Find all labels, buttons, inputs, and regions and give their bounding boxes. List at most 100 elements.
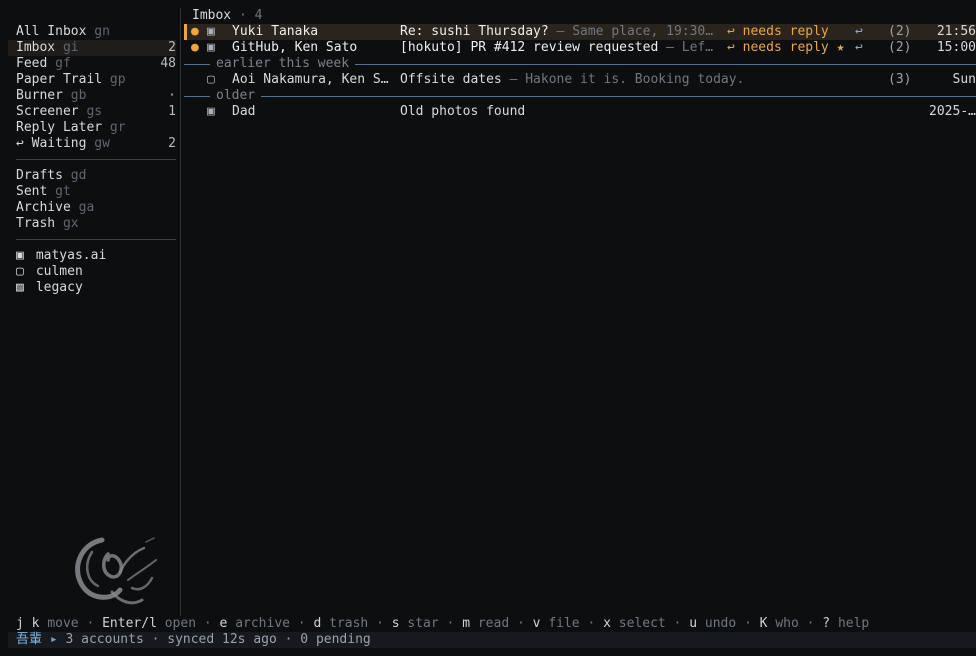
hint-key: ? bbox=[822, 616, 831, 631]
message-row[interactable]: ● ▣ Yuki Tanaka Re: sushi Thursday? — Sa… bbox=[184, 24, 976, 40]
account-filled-icon: ▣ bbox=[207, 40, 215, 55]
sidebar-item-count: · bbox=[168, 88, 176, 103]
hint-separator: · bbox=[665, 616, 690, 631]
sidebar-account-culmen[interactable]: ▢ culmen bbox=[8, 264, 176, 280]
sidebar-item-shortcut: gb bbox=[70, 88, 87, 103]
message-subject: Offsite dates bbox=[400, 72, 502, 87]
hint-key: Enter/l bbox=[102, 616, 157, 631]
hint-label: open bbox=[164, 616, 197, 631]
hint-separator: · bbox=[736, 616, 760, 631]
list-title: Imbox bbox=[192, 8, 232, 23]
sidebar-item-waiting[interactable]: ↩ Waiting gw 2 bbox=[8, 136, 176, 152]
unread-dot-icon: ● bbox=[191, 24, 199, 39]
sidebar-item-all-inbox[interactable]: All Inbox gn bbox=[8, 24, 176, 40]
message-row[interactable]: ▢ Aoi Nakamura, Ken S… Offsite dates — H… bbox=[184, 72, 976, 88]
account-outline-icon: ▢ bbox=[16, 264, 24, 279]
unread-dot-icon: ● bbox=[191, 40, 199, 55]
account-hatched-icon: ▨ bbox=[16, 280, 24, 295]
sidebar-item-label: Feed bbox=[16, 56, 48, 71]
sidebar-item-label: Reply Later bbox=[16, 120, 103, 135]
group-label: earlier this week bbox=[216, 56, 350, 71]
sidebar-account-legacy[interactable]: ▨ legacy bbox=[8, 280, 176, 296]
sidebar-item-count: 48 bbox=[160, 56, 176, 71]
list-header-separator: · bbox=[238, 8, 247, 23]
sidebar-item-label: Burner bbox=[16, 88, 63, 103]
message-row[interactable]: ● ▣ GitHub, Ken Sato [hokuto] PR #412 re… bbox=[184, 40, 976, 56]
selection-bar bbox=[184, 24, 187, 40]
sidebar-item-sent[interactable]: Sent gt bbox=[8, 184, 176, 200]
sidebar-item-paper-trail[interactable]: Paper Trail gp bbox=[8, 72, 176, 88]
message-time: 15:00 bbox=[936, 40, 976, 55]
sidebar-item-count: 2 bbox=[168, 40, 176, 55]
sidebar-item-label: Archive bbox=[16, 200, 71, 215]
hint-key: e bbox=[219, 616, 228, 631]
message-snippet: — Same place, 19:30… bbox=[548, 24, 714, 39]
message-subject: Re: sushi Thursday? bbox=[400, 24, 549, 39]
sidebar-account-matyas[interactable]: ▣ matyas.ai bbox=[8, 248, 176, 264]
sidebar-divider bbox=[16, 159, 176, 160]
hint-label: read bbox=[477, 616, 510, 631]
sidebar-item-drafts[interactable]: Drafts gd bbox=[8, 168, 176, 184]
message-subject-cell: Offsite dates — Hakone it is. Booking to… bbox=[400, 72, 910, 88]
message-snippet: — Hakone it is. Booking today. bbox=[501, 72, 745, 87]
sidebar-item-shortcut: ga bbox=[78, 200, 95, 215]
sidebar-divider bbox=[16, 239, 176, 240]
message-from: Yuki Tanaka bbox=[232, 24, 319, 39]
hint-label: archive bbox=[235, 616, 290, 631]
thread-count: (2) bbox=[888, 24, 912, 39]
sidebar-item-count: 2 bbox=[168, 136, 176, 151]
sidebar-item-imbox[interactable]: Imbox gi 2 bbox=[8, 40, 176, 56]
hint-label: trash bbox=[329, 616, 369, 631]
message-time: 21:56 bbox=[936, 24, 976, 39]
account-filled-icon: ▣ bbox=[16, 248, 24, 263]
pane-divider bbox=[180, 8, 181, 616]
hint-separator: · bbox=[78, 616, 103, 631]
hint-key: m bbox=[462, 616, 471, 631]
message-row[interactable]: ▣ Dad Old photos found 2025-… bbox=[184, 104, 976, 120]
sidebar-item-trash[interactable]: Trash gx bbox=[8, 216, 176, 232]
message-time: 2025-… bbox=[929, 104, 976, 119]
hint-separator: · bbox=[368, 616, 392, 631]
sidebar-account-label: culmen bbox=[35, 264, 83, 279]
sidebar-item-label: ↩ Waiting bbox=[16, 136, 87, 151]
hint-key: j k bbox=[16, 616, 40, 631]
list-header: Imbox · 4 bbox=[184, 8, 976, 24]
keybinding-hints: j k move · Enter/l open · e archive · d … bbox=[16, 616, 976, 632]
hint-key: K bbox=[759, 616, 768, 631]
sidebar: All Inbox gn Imbox gi 2 Feed gf 48 Paper… bbox=[8, 24, 176, 296]
thread-count: (3) bbox=[888, 72, 912, 87]
sidebar-account-label: legacy bbox=[35, 280, 83, 295]
account-filled-icon: ▣ bbox=[207, 104, 215, 119]
sidebar-item-burner[interactable]: Burner gb · bbox=[8, 88, 176, 104]
group-header: older bbox=[184, 88, 976, 104]
reply-arrow-icon: ↩ bbox=[855, 24, 863, 39]
hint-separator: · bbox=[798, 616, 823, 631]
message-subject: [hokuto] PR #412 review requested bbox=[400, 40, 659, 55]
hint-separator: · bbox=[289, 616, 314, 631]
sidebar-item-archive[interactable]: Archive ga bbox=[8, 200, 176, 216]
hint-key: s bbox=[391, 616, 400, 631]
mail-client-window: All Inbox gn Imbox gi 2 Feed gf 48 Paper… bbox=[0, 0, 976, 656]
sidebar-item-label: Imbox bbox=[16, 40, 56, 55]
status-arrow-icon: ▸ bbox=[49, 632, 58, 647]
sidebar-item-screener[interactable]: Screener gs 1 bbox=[8, 104, 176, 120]
sidebar-item-label: Sent bbox=[16, 184, 48, 199]
sidebar-item-reply-later[interactable]: Reply Later gr bbox=[8, 120, 176, 136]
hint-label: star bbox=[407, 616, 439, 631]
sidebar-item-shortcut: gi bbox=[62, 40, 79, 55]
account-filled-icon: ▣ bbox=[207, 24, 215, 39]
sidebar-item-shortcut: gp bbox=[109, 72, 126, 87]
sidebar-item-shortcut: gt bbox=[55, 184, 71, 199]
reply-arrow-icon: ↩ bbox=[855, 40, 863, 55]
sidebar-item-feed[interactable]: Feed gf 48 bbox=[8, 56, 176, 72]
sidebar-item-label: Screener bbox=[16, 104, 79, 119]
message-from: GitHub, Ken Sato bbox=[232, 40, 358, 55]
group-rule bbox=[261, 95, 976, 97]
message-list: Imbox · 4 ● ▣ Yuki Tanaka Re: sushi Thur… bbox=[184, 8, 976, 120]
message-snippet: — Lef… bbox=[658, 40, 714, 55]
sidebar-item-label: Trash bbox=[16, 216, 56, 231]
sidebar-item-shortcut: gs bbox=[86, 104, 103, 119]
sync-status: 3 accounts · synced 12s ago · 0 pending bbox=[65, 632, 371, 647]
message-time: Sun bbox=[952, 72, 976, 87]
hint-label: select bbox=[618, 616, 666, 631]
